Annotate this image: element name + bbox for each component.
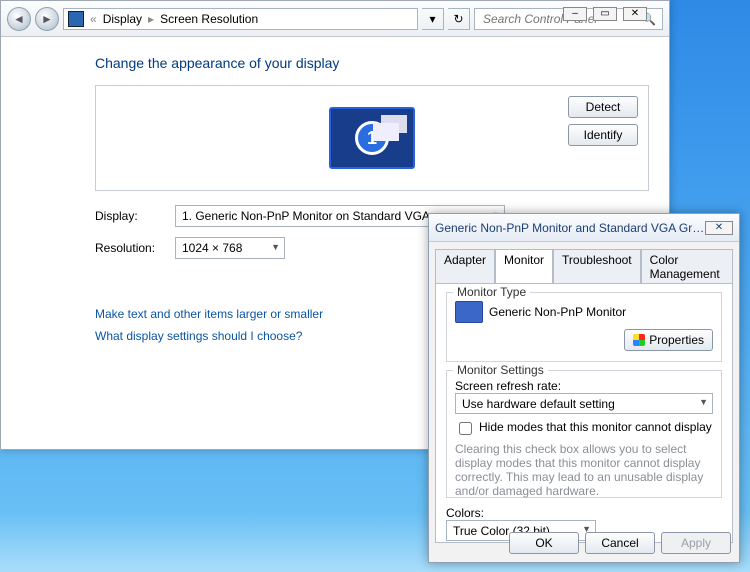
back-button[interactable]: ◄ (7, 7, 31, 31)
tab-color-management[interactable]: Color Management (641, 249, 733, 284)
display-value: 1. Generic Non-PnP Monitor on Standard V… (182, 209, 430, 223)
monitor-settings-legend: Monitor Settings (453, 363, 548, 377)
refresh-rate-dropdown[interactable]: Use hardware default setting ▼ (455, 393, 713, 414)
refresh-rate-value: Use hardware default setting (462, 397, 615, 411)
uac-shield-icon (633, 334, 645, 346)
dialog-titlebar[interactable]: Generic Non-PnP Monitor and Standard VGA… (429, 214, 739, 242)
monitor-settings-group: Monitor Settings Screen refresh rate: Us… (446, 370, 722, 498)
cancel-button[interactable]: Cancel (585, 532, 655, 554)
address-bar[interactable]: « Display ▸ Screen Resolution (63, 8, 418, 30)
display-preview-box: 1 Detect Identify (95, 85, 649, 191)
hide-modes-checkbox[interactable] (459, 422, 472, 435)
hide-modes-hint: Clearing this check box allows you to se… (455, 442, 713, 498)
monitor-number: 1 (355, 121, 389, 155)
chevron-down-icon: ▼ (271, 242, 280, 252)
back-icon: ◄ (13, 12, 25, 26)
dialog-title: Generic Non-PnP Monitor and Standard VGA… (435, 221, 705, 235)
breadcrumb-page[interactable]: Screen Resolution (160, 12, 258, 26)
tab-adapter[interactable]: Adapter (435, 249, 495, 284)
resolution-label: Resolution: (95, 241, 175, 255)
window-controls: – ▭ ✕ (563, 7, 647, 21)
ok-button[interactable]: OK (509, 532, 579, 554)
dialog-close-button[interactable]: ✕ (705, 221, 733, 235)
tab-troubleshoot[interactable]: Troubleshoot (553, 249, 641, 284)
close-button[interactable]: ✕ (623, 7, 647, 21)
chevron-down-icon: ▼ (699, 397, 708, 407)
address-dropdown-button[interactable]: ▾ (422, 8, 444, 30)
dialog-button-row: OK Cancel Apply (509, 532, 731, 554)
page-title: Change the appearance of your display (95, 55, 649, 71)
breadcrumb-arrow-icon: ▸ (148, 12, 154, 26)
display-label: Display: (95, 209, 175, 223)
identify-button[interactable]: Identify (568, 124, 638, 146)
breadcrumb-root[interactable]: Display (103, 12, 142, 26)
tab-monitor[interactable]: Monitor (495, 249, 553, 284)
monitor-properties-dialog: Generic Non-PnP Monitor and Standard VGA… (428, 213, 740, 563)
tab-panel-monitor: Monitor Type Generic Non-PnP Monitor Pro… (435, 283, 733, 543)
detect-button[interactable]: Detect (568, 96, 638, 118)
monitor-type-name: Generic Non-PnP Monitor (489, 305, 626, 319)
hide-modes-checkbox-row[interactable]: Hide modes that this monitor cannot disp… (455, 420, 713, 438)
colors-label: Colors: (446, 506, 722, 520)
forward-button[interactable]: ► (35, 7, 59, 31)
refresh-rate-label: Screen refresh rate: (455, 379, 713, 393)
apply-button[interactable]: Apply (661, 532, 731, 554)
maximize-button[interactable]: ▭ (593, 7, 617, 21)
properties-button[interactable]: Properties (624, 329, 713, 351)
minimize-button[interactable]: – (563, 7, 587, 21)
monitor-preview-icon[interactable]: 1 (329, 107, 415, 169)
resolution-value: 1024 × 768 (182, 241, 242, 255)
monitor-icon (455, 301, 483, 323)
properties-button-label: Properties (649, 333, 704, 347)
refresh-icon: ↻ (453, 12, 463, 26)
hide-modes-label: Hide modes that this monitor cannot disp… (479, 420, 712, 434)
tab-strip: Adapter Monitor Troubleshoot Color Manag… (429, 242, 739, 283)
monitor-type-group: Monitor Type Generic Non-PnP Monitor Pro… (446, 292, 722, 362)
refresh-button[interactable]: ↻ (448, 8, 470, 30)
forward-icon: ► (41, 12, 53, 26)
monitor-type-legend: Monitor Type (453, 285, 530, 299)
breadcrumb-sep-icon: « (90, 12, 97, 26)
display-icon (68, 11, 84, 27)
resolution-dropdown[interactable]: 1024 × 768 ▼ (175, 237, 285, 259)
